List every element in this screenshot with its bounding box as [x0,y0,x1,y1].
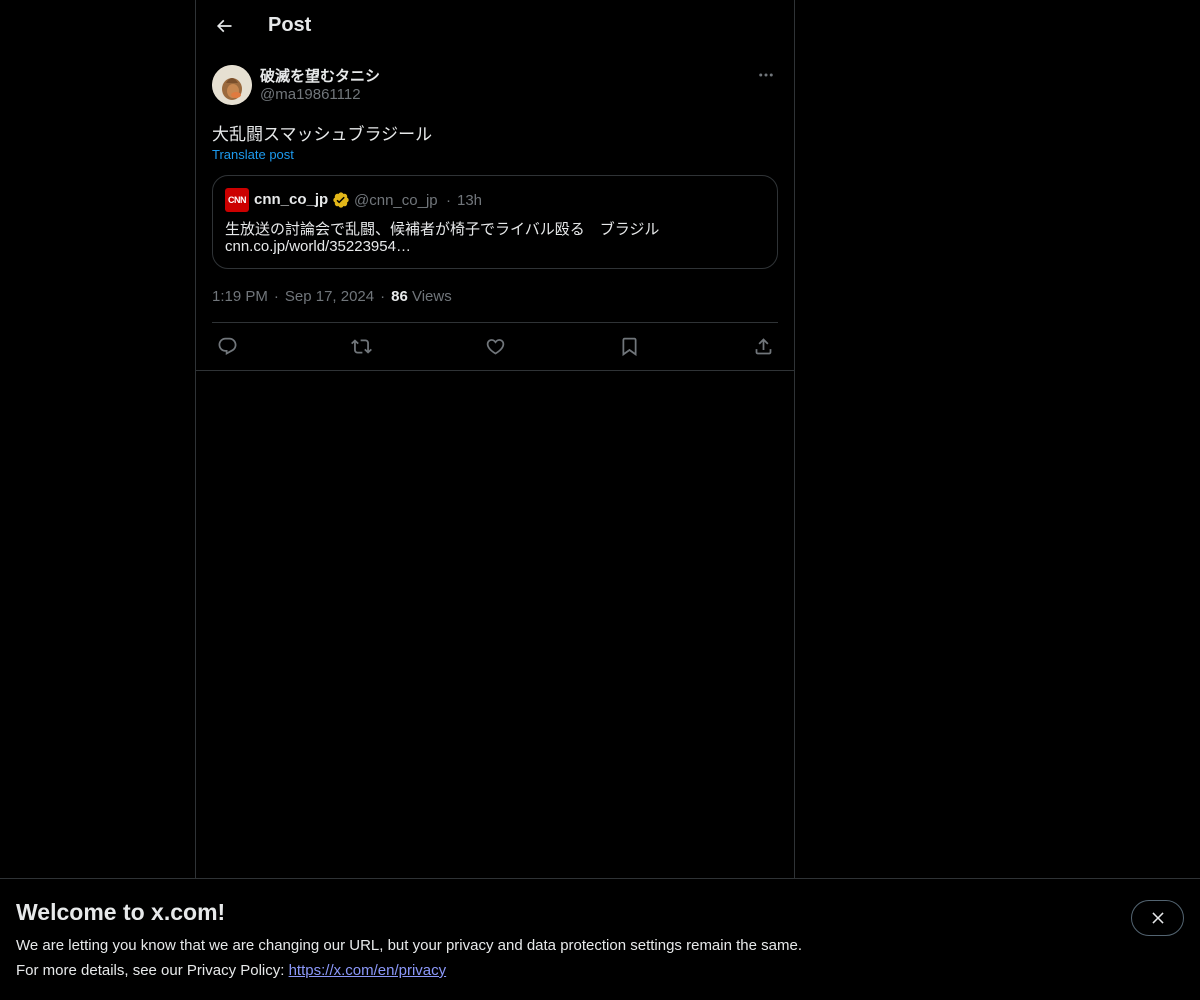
divider [196,370,794,371]
like-icon [486,338,504,355]
separator-dot: · [446,192,451,209]
post-text: 大乱闘スマッシュブラジール [212,125,433,144]
author-name[interactable]: 破滅を望むタニシ [260,65,380,86]
repost-button[interactable] [345,334,377,358]
quoted-post[interactable]: CNN cnn_co_jp @cnn_co_jp · 13h 生放送の討論会で乱… [212,175,778,269]
banner-close-button[interactable] [1131,900,1184,936]
banner-message: We are letting you know that we are chan… [16,937,802,954]
author-handle[interactable]: @ma19861112 [260,86,361,103]
page-title: Post [268,14,312,36]
more-horizontal-icon [759,73,773,77]
separator-dot: · [273,288,279,305]
arrow-left-icon [216,19,232,33]
verified-badge-icon [333,192,349,208]
snail-avatar-image [212,65,252,105]
quoted-post-link: cnn.co.jp/world/35223954… [225,238,411,255]
views-label: Views [411,288,452,305]
welcome-banner: Welcome to x.com! We are letting you kno… [0,878,1200,1000]
like-button[interactable] [479,334,511,358]
page-header: Post [196,0,794,54]
banner-privacy-line: For more details, see our Privacy Policy… [16,962,446,979]
quoted-author-name: cnn_co_jp [254,191,329,208]
separator-dot: · [380,288,386,305]
close-icon [1151,912,1164,924]
avatar[interactable] [212,65,252,105]
quoted-post-time: 13h [457,192,483,209]
privacy-policy-link[interactable]: https://x.com/en/privacy [289,962,447,979]
more-options-button[interactable] [754,64,778,86]
quoted-author-handle: @cnn_co_jp [354,192,438,209]
bookmark-button[interactable] [613,334,645,358]
back-button[interactable] [206,8,242,44]
action-bar [212,334,778,358]
reply-button[interactable] [211,334,243,358]
banner-title: Welcome to x.com! [16,899,226,925]
views-count: 86 [391,288,408,305]
repost-icon [350,338,372,354]
post-date[interactable]: Sep 17, 2024 [285,288,374,305]
post-metadata: 1:19 PM · Sep 17, 2024 · 86 Views [212,288,452,305]
cnn-logo: CNN [225,188,249,212]
share-button[interactable] [747,334,779,358]
reply-icon [218,337,236,355]
banner-privacy-prefix: For more details, see our Privacy Policy… [16,962,289,979]
post-time[interactable]: 1:19 PM [212,288,268,305]
translate-post-link[interactable]: Translate post [212,147,294,162]
quoted-post-text: 生放送の討論会で乱闘、候補者が椅子でライバル殴る ブラジル [225,221,660,238]
divider [212,322,778,323]
main-column: Post 破滅を望むタニシ @ma19861112 大乱闘スマッシュブラジール … [195,0,795,1000]
share-icon [755,337,771,354]
bookmark-icon [622,337,636,356]
